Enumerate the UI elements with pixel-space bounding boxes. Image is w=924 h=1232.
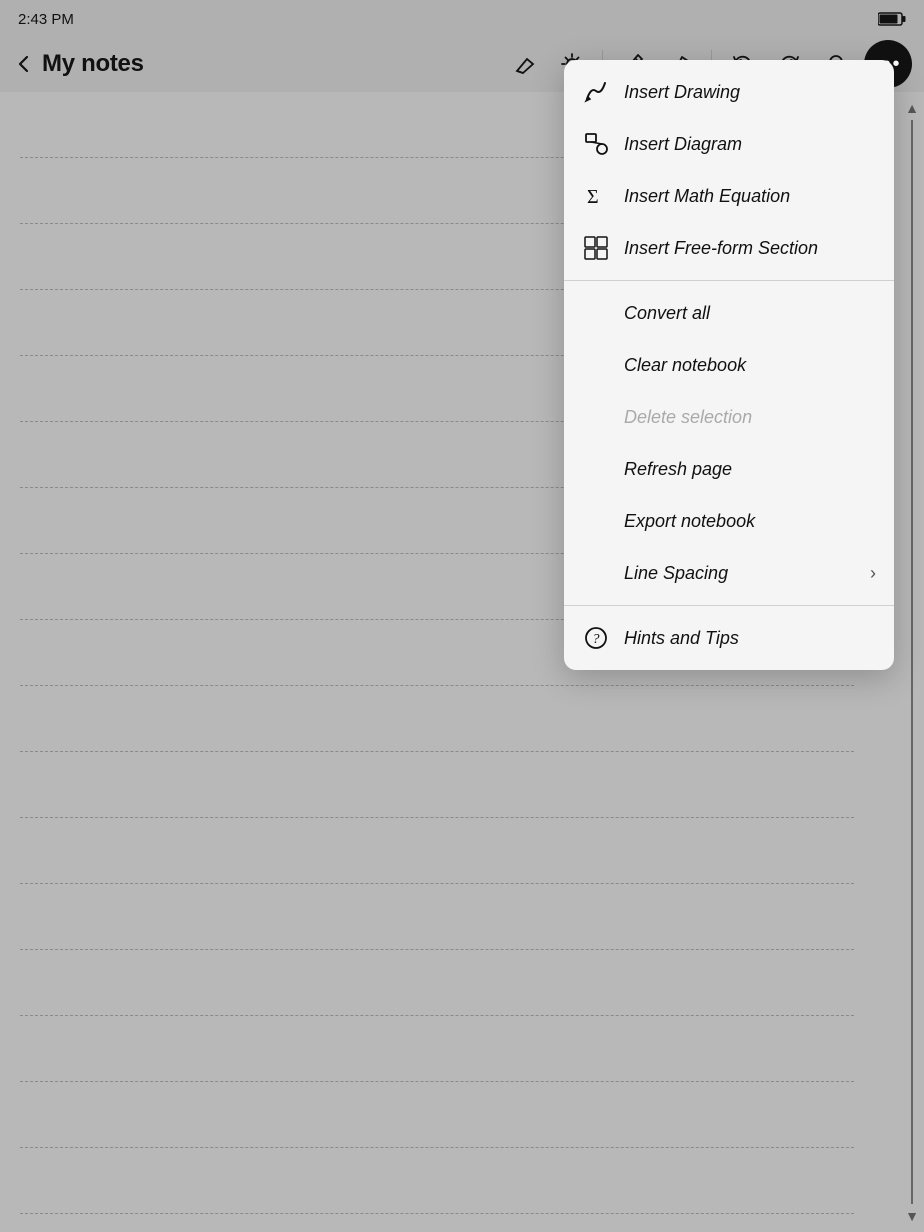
menu-item-delete-selection-label: Delete selection [624, 407, 752, 428]
menu-section-help: ? Hints and Tips [564, 606, 894, 670]
scroll-thumb [911, 120, 913, 1204]
math-icon: Σ [582, 182, 610, 210]
scroll-up-arrow[interactable]: ▲ [905, 100, 919, 116]
notebook-line [20, 950, 854, 1016]
menu-section-actions: Convert all Clear notebook Delete select… [564, 281, 894, 606]
diagram-icon [582, 130, 610, 158]
notebook-line [20, 752, 854, 818]
menu-item-insert-math-label: Insert Math Equation [624, 186, 790, 207]
menu-item-insert-math[interactable]: Σ Insert Math Equation [564, 170, 894, 222]
line-spacing-icon [582, 559, 610, 587]
menu-item-hints-tips-label: Hints and Tips [624, 628, 739, 649]
help-icon: ? [582, 624, 610, 652]
eraser-button[interactable] [502, 42, 546, 86]
menu-item-insert-freeform-label: Insert Free-form Section [624, 238, 818, 259]
scroll-down-arrow[interactable]: ▼ [905, 1208, 919, 1224]
line-spacing-chevron-icon: › [870, 563, 876, 584]
menu-item-refresh-page-label: Refresh page [624, 459, 732, 480]
dropdown-menu: Insert Drawing Insert Diagram Σ Insert M… [564, 60, 894, 670]
svg-text:?: ? [593, 632, 600, 647]
menu-item-clear-notebook[interactable]: Clear notebook [564, 339, 894, 391]
scrollbar-track: ▲ ▼ [900, 92, 924, 1232]
back-arrow-icon [12, 52, 36, 76]
menu-item-insert-diagram[interactable]: Insert Diagram [564, 118, 894, 170]
back-button[interactable]: My notes [12, 50, 144, 78]
menu-item-insert-drawing[interactable]: Insert Drawing [564, 66, 894, 118]
menu-item-hints-tips[interactable]: ? Hints and Tips [564, 612, 894, 664]
menu-item-refresh-page[interactable]: Refresh page [564, 443, 894, 495]
freeform-icon [582, 234, 610, 262]
delete-selection-icon [582, 403, 610, 431]
convert-all-icon [582, 299, 610, 327]
menu-item-convert-all[interactable]: Convert all [564, 287, 894, 339]
refresh-page-icon [582, 455, 610, 483]
menu-item-export-notebook[interactable]: Export notebook [564, 495, 894, 547]
eraser-icon [511, 51, 537, 77]
menu-item-insert-diagram-label: Insert Diagram [624, 134, 742, 155]
menu-item-convert-all-label: Convert all [624, 303, 710, 324]
menu-item-insert-freeform[interactable]: Insert Free-form Section [564, 222, 894, 274]
clear-notebook-icon [582, 351, 610, 379]
export-notebook-icon [582, 507, 610, 535]
menu-item-delete-selection[interactable]: Delete selection [564, 391, 894, 443]
notebook-line [20, 1016, 854, 1082]
menu-item-clear-notebook-label: Clear notebook [624, 355, 746, 376]
menu-item-line-spacing[interactable]: Line Spacing › [564, 547, 894, 599]
menu-item-line-spacing-label: Line Spacing [624, 563, 728, 584]
toolbar-left: My notes [12, 50, 502, 78]
drawing-icon [582, 78, 610, 106]
notebook-line [20, 1148, 854, 1214]
status-right [878, 11, 906, 27]
notebook-line [20, 1082, 854, 1148]
menu-section-insert: Insert Drawing Insert Diagram Σ Insert M… [564, 60, 894, 281]
notebook-line [20, 884, 854, 950]
page-title: My notes [42, 50, 144, 78]
menu-item-insert-drawing-label: Insert Drawing [624, 82, 740, 103]
status-time: 2:43 PM [18, 11, 74, 28]
status-bar: 2:43 PM [0, 0, 924, 36]
notebook-line [20, 686, 854, 752]
battery-icon [878, 11, 906, 27]
notebook-line [20, 818, 854, 884]
menu-item-export-notebook-label: Export notebook [624, 511, 755, 532]
svg-text:Σ: Σ [587, 186, 599, 208]
